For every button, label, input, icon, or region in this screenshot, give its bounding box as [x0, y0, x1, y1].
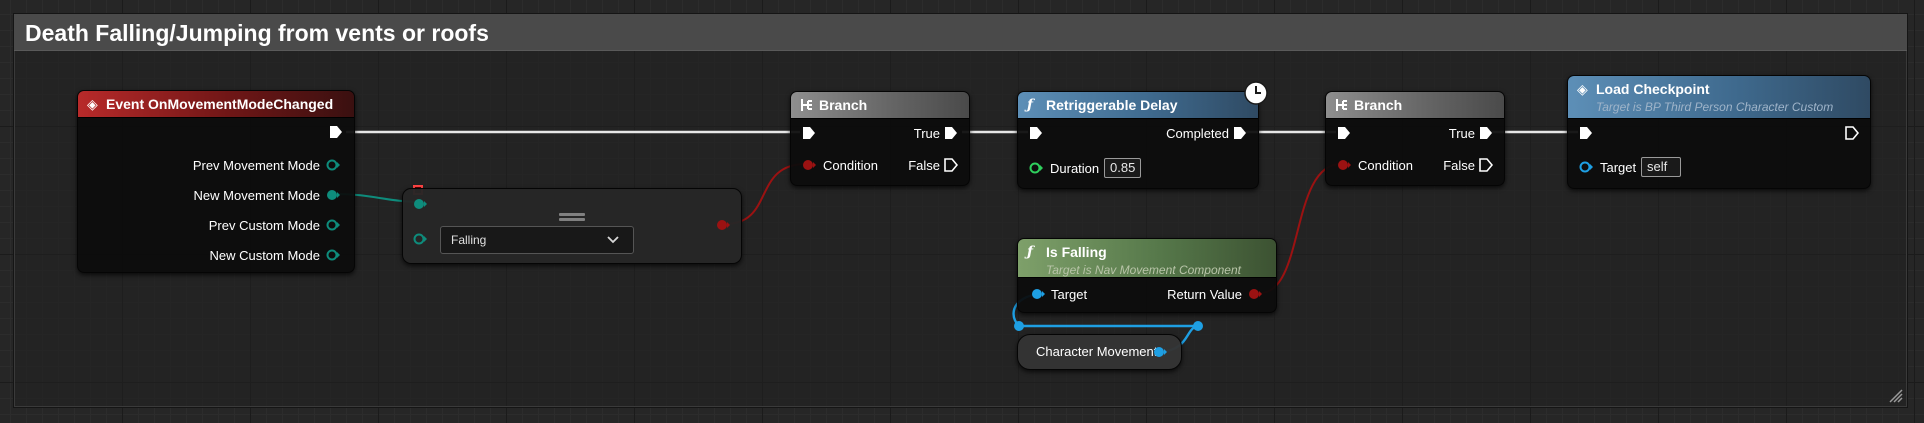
- movement-mode-dropdown[interactable]: Falling: [440, 226, 634, 254]
- branch-node-1-header[interactable]: [791, 92, 969, 119]
- object-out-pin-connected[interactable]: [1153, 345, 1167, 359]
- enum-out-pin-connected[interactable]: [326, 188, 340, 202]
- pin-label-new-movement-mode: New Movement Mode: [193, 188, 320, 203]
- load-target-label: Target: [1600, 160, 1637, 175]
- retriggerable-delay-title: Retriggerable Delay: [1046, 97, 1178, 113]
- latent-clock-icon: [1244, 81, 1268, 105]
- exec-in-pin[interactable]: [1579, 126, 1593, 140]
- exec-out-pin[interactable]: [329, 125, 343, 139]
- enum-in-pin-connected[interactable]: [413, 197, 427, 211]
- exec-out-pin-false[interactable]: [1479, 158, 1493, 172]
- pin-label-prev-custom-mode: Prev Custom Mode: [208, 218, 320, 233]
- object-in-pin-connected[interactable]: [1031, 287, 1045, 301]
- is-falling-title: Is Falling: [1046, 244, 1107, 260]
- branch1-false-label: False: [908, 158, 940, 173]
- is-falling-subtitle: Target is Nav Movement Component: [1046, 263, 1241, 277]
- exec-in-pin[interactable]: [1029, 126, 1043, 140]
- branch-node-2[interactable]: Branch True Condition False: [1325, 91, 1505, 186]
- is-falling-node[interactable]: ƒ Is Falling Target is Nav Movement Comp…: [1017, 238, 1277, 313]
- exec-in-pin[interactable]: [1337, 126, 1351, 140]
- branch2-false-label: False: [1443, 158, 1475, 173]
- equal-operator-icon: [559, 213, 585, 221]
- pin-label-prev-movement-mode: Prev Movement Mode: [192, 158, 320, 173]
- branch-icon: [1336, 99, 1347, 111]
- load-checkpoint-title: Load Checkpoint: [1596, 81, 1710, 97]
- byte-out-pin[interactable]: [326, 218, 340, 232]
- branch-node-2-title: Branch: [1354, 97, 1403, 113]
- pin-label-new-custom-mode: New Custom Mode: [209, 248, 320, 263]
- branch-icon: [801, 99, 812, 111]
- reroute-knot: [1014, 321, 1024, 331]
- enum-in-pin[interactable]: [413, 232, 427, 246]
- branch2-true-label: True: [1448, 126, 1475, 141]
- chevron-down-icon: [607, 236, 619, 244]
- bool-out-pin-connected[interactable]: [716, 218, 730, 232]
- float-in-pin[interactable]: [1029, 161, 1043, 175]
- event-node[interactable]: ◈ Event OnMovementModeChanged Prev Movem…: [77, 90, 423, 273]
- reroute-knot: [1193, 321, 1203, 331]
- exec-out-pin[interactable]: [1233, 126, 1247, 140]
- bool-out-pin-connected[interactable]: [1248, 287, 1262, 301]
- branch1-true-label: True: [913, 126, 940, 141]
- branch2-condition-label: Condition: [1358, 158, 1413, 173]
- bool-in-pin-connected[interactable]: [802, 158, 816, 172]
- exec-in-pin[interactable]: [802, 126, 816, 140]
- is-falling-target-label: Target: [1051, 287, 1088, 302]
- event-diamond-icon: ◈: [87, 96, 98, 112]
- character-movement-label: Character Movement: [1036, 344, 1158, 359]
- exec-out-pin-false[interactable]: [944, 158, 958, 172]
- function-icon: ƒ: [1027, 244, 1034, 260]
- load-checkpoint-subtitle: Target is BP Third Person Character Cust…: [1596, 100, 1834, 114]
- is-falling-return-label: Return Value: [1167, 287, 1242, 302]
- exec-out-pin-true[interactable]: [944, 126, 958, 140]
- character-movement-node[interactable]: Character Movement: [1017, 334, 1182, 370]
- event-diamond-icon: ◈: [1577, 81, 1588, 97]
- event-node-title: Event OnMovementModeChanged: [106, 96, 334, 112]
- byte-out-pin[interactable]: [326, 248, 340, 262]
- function-icon: ƒ: [1027, 97, 1034, 113]
- branch-node-1-title: Branch: [819, 97, 868, 113]
- delay-duration-label: Duration: [1050, 161, 1100, 176]
- movement-mode-selected: Falling: [451, 233, 487, 247]
- duration-input[interactable]: 0.85: [1104, 158, 1142, 178]
- object-in-pin[interactable]: [1579, 160, 1593, 174]
- branch-node-1[interactable]: Branch True Condition False: [790, 91, 970, 186]
- exec-out-pin-true[interactable]: [1479, 126, 1493, 140]
- exec-out-pin[interactable]: [1845, 126, 1859, 140]
- bool-in-pin-connected[interactable]: [1337, 158, 1351, 172]
- load-target-input[interactable]: self: [1641, 157, 1681, 177]
- enum-out-pin[interactable]: [326, 158, 340, 172]
- delay-completed-label: Completed: [1166, 126, 1229, 141]
- retriggerable-delay-node[interactable]: ƒ Retriggerable Delay Completed Duration…: [1017, 91, 1259, 189]
- branch-node-2-header[interactable]: [1326, 92, 1504, 119]
- branch1-condition-label: Condition: [823, 158, 878, 173]
- load-checkpoint-node[interactable]: ◈ Load Checkpoint Target is BP Third Per…: [1567, 75, 1871, 189]
